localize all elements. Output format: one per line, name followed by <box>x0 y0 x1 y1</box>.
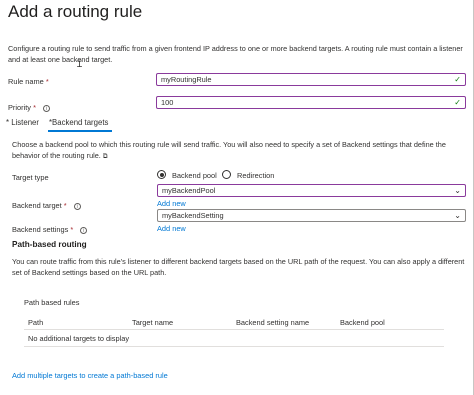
column-header-target-name: Target name <box>132 318 174 327</box>
external-link-icon[interactable]: ⧉ <box>103 153 108 160</box>
backend-settings-select[interactable]: myBackendSetting ⌄ <box>157 209 466 222</box>
backend-target-select[interactable]: myBackendPool ⌄ <box>157 184 466 197</box>
backend-pool-radio[interactable] <box>157 170 166 179</box>
text-cursor-icon: Ɪ <box>77 59 83 69</box>
backend-target-label: Backend target * i <box>12 201 81 210</box>
tab-backend-targets[interactable]: *Backend targets <box>49 118 108 127</box>
rule-name-input[interactable]: myRoutingRule ✓ <box>156 73 466 86</box>
chevron-down-icon: ⌄ <box>454 211 461 220</box>
info-icon[interactable]: i <box>73 202 81 210</box>
add-new-backend-settings-link[interactable]: Add new <box>157 224 186 233</box>
table-bottom-divider <box>24 346 444 347</box>
tab-listener[interactable]: * Listener <box>6 118 39 127</box>
priority-label: Priority * i <box>8 103 51 112</box>
rule-name-label: Rule name * <box>8 77 49 86</box>
redirection-radio-label[interactable]: Redirection <box>237 171 274 180</box>
path-routing-description: You can route traffic from this rule's l… <box>12 257 465 277</box>
path-rules-title: Path based rules <box>24 298 80 307</box>
add-new-backend-target-link[interactable]: Add new <box>157 199 186 208</box>
info-icon[interactable]: i <box>43 104 51 112</box>
chevron-down-icon: ⌄ <box>454 186 461 195</box>
column-header-backend-pool: Backend pool <box>340 318 385 327</box>
table-empty-message: No additional targets to display <box>28 334 130 343</box>
table-header-divider <box>24 329 444 330</box>
backend-description: Choose a backend pool to which this rout… <box>12 140 446 160</box>
info-icon[interactable]: i <box>80 226 88 234</box>
priority-input[interactable]: 100 ✓ <box>156 96 466 109</box>
check-icon: ✓ <box>454 75 461 84</box>
redirection-radio[interactable] <box>222 170 231 179</box>
path-routing-title: Path-based routing <box>12 240 87 249</box>
column-header-path: Path <box>28 318 44 327</box>
target-type-label: Target type <box>12 173 49 182</box>
backend-pool-radio-label[interactable]: Backend pool <box>172 171 217 180</box>
add-multiple-targets-link[interactable]: Add multiple targets to create a path-ba… <box>12 371 168 380</box>
column-header-backend-setting-name: Backend setting name <box>236 318 310 327</box>
page-title: Add a routing rule <box>8 2 143 21</box>
backend-settings-label: Backend settings * i <box>12 225 88 234</box>
tab-selected-indicator <box>48 130 112 132</box>
check-icon: ✓ <box>454 98 461 107</box>
